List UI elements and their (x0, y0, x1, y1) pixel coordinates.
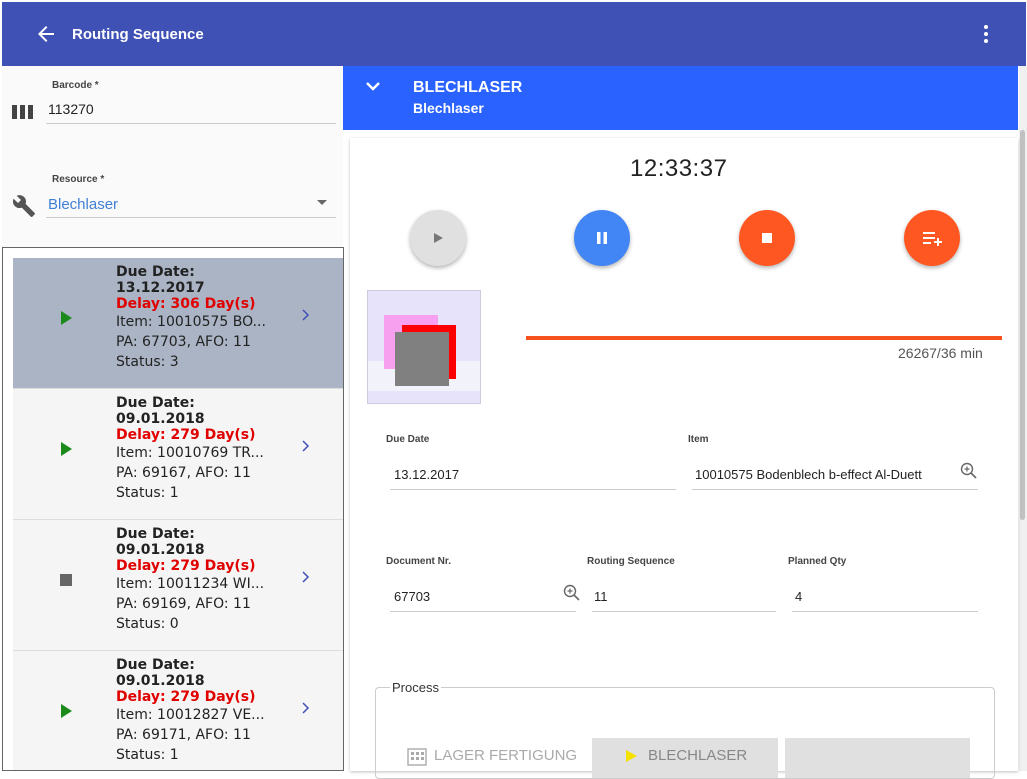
play-icon (61, 311, 72, 325)
item-field[interactable]: 10010575 Bodenblech b-effect Al-Duett (695, 467, 922, 482)
stop-button[interactable] (739, 210, 795, 266)
resource-select[interactable]: Blechlaser (48, 196, 118, 213)
document-label: Document Nr. (386, 556, 452, 567)
stop-icon (762, 233, 772, 243)
dropdown-caret-icon[interactable] (317, 200, 327, 205)
due-date: 09.01.2018 (116, 542, 205, 558)
planned-qty-label: Planned Qty (788, 556, 847, 567)
document-field[interactable]: 67703 (394, 589, 430, 604)
resource-subtitle: Blechlaser (413, 100, 484, 116)
due-date-underline (390, 489, 676, 490)
routing-seq-underline (592, 611, 776, 612)
due-date-field[interactable]: 13.12.2017 (394, 467, 459, 482)
item-text: Item: 10012827 VE... (116, 707, 265, 723)
status-text: Status: 1 (116, 485, 179, 501)
chevron-right-icon[interactable] (301, 570, 311, 584)
planned-qty-field[interactable]: 4 (795, 589, 802, 604)
delay-text: Delay: 306 Day(s) (116, 296, 256, 312)
list-item[interactable]: Due Date: 13.12.2017 Delay: 306 Day(s) I… (13, 258, 343, 389)
wrench-icon (12, 195, 35, 217)
app-title: Routing Sequence (72, 26, 204, 43)
building-icon (407, 748, 427, 766)
list-item[interactable]: Due Date: 09.01.2018 Delay: 279 Day(s) I… (13, 520, 343, 651)
status-text: Status: 3 (116, 354, 179, 370)
list-item[interactable]: Due Date: 09.01.2018 Delay: 279 Day(s) I… (13, 651, 343, 770)
play-icon (434, 233, 443, 243)
due-label: Due Date: (116, 395, 195, 411)
due-label: Due Date: (116, 264, 195, 280)
item-image-icon (368, 291, 480, 403)
add-to-queue-button[interactable] (904, 210, 960, 266)
process-step-lager[interactable]: LAGER FERTIGUNG (434, 747, 577, 764)
list-item[interactable]: Due Date: 09.01.2018 Delay: 279 Day(s) I… (13, 389, 343, 520)
playlist-add-icon (923, 232, 942, 246)
pa-text: PA: 69167, AFO: 11 (116, 465, 251, 481)
back-arrow-icon[interactable] (34, 22, 58, 46)
zoom-in-icon[interactable] (960, 462, 978, 480)
play-icon (626, 750, 637, 762)
due-date: 09.01.2018 (116, 673, 205, 689)
more-vert-icon[interactable] (974, 22, 998, 46)
chevron-right-icon[interactable] (301, 308, 311, 322)
pause-icon (597, 232, 607, 244)
process-title: Process (390, 680, 441, 695)
resource-label: Resource * (52, 174, 105, 185)
progress-bar (526, 336, 1002, 340)
timer-display: 12:33:37 (630, 155, 728, 182)
barcode-label: Barcode * (52, 80, 99, 91)
item-label: Item (688, 434, 709, 445)
delay-text: Delay: 279 Day(s) (116, 558, 256, 574)
delay-text: Delay: 279 Day(s) (116, 427, 256, 443)
due-date-label: Due Date (386, 434, 430, 445)
chevron-right-icon[interactable] (301, 701, 311, 715)
barcode-input[interactable]: 113270 (48, 101, 94, 117)
item-underline (692, 489, 978, 490)
play-button[interactable] (410, 210, 466, 266)
resource-header[interactable]: BLECHLASER Blechlaser (343, 66, 1018, 130)
process-step-next[interactable] (785, 738, 970, 778)
due-label: Due Date: (116, 526, 195, 542)
barcode-underline (46, 123, 336, 124)
due-label: Due Date: (116, 657, 195, 673)
status-text: Status: 1 (116, 747, 179, 763)
pa-text: PA: 69169, AFO: 11 (116, 596, 251, 612)
process-step-blechlaser-label: BLECHLASER (648, 747, 748, 764)
item-image (367, 290, 481, 404)
play-icon (61, 704, 72, 718)
item-text: Item: 10010575 BO... (116, 314, 266, 330)
barcode-icon (12, 105, 33, 119)
routing-seq-field[interactable]: 11 (594, 589, 608, 604)
app-bar: Routing Sequence (2, 2, 1026, 66)
zoom-in-icon[interactable] (563, 584, 581, 602)
routing-seq-label: Routing Sequence (587, 556, 675, 567)
status-text: Status: 0 (116, 616, 179, 632)
document-underline (390, 611, 576, 612)
delay-text: Delay: 279 Day(s) (116, 689, 256, 705)
pa-text: PA: 67703, AFO: 11 (116, 334, 251, 350)
chevron-down-icon[interactable] (365, 80, 381, 92)
due-date: 09.01.2018 (116, 411, 205, 427)
chevron-right-icon[interactable] (301, 439, 311, 453)
pause-button[interactable] (574, 210, 630, 266)
routing-list: Due Date: 13.12.2017 Delay: 306 Day(s) I… (2, 247, 344, 771)
progress-text: 26267/36 min (898, 345, 983, 361)
resource-underline (46, 217, 336, 218)
pa-text: PA: 69171, AFO: 11 (116, 727, 251, 743)
scrollbar-thumb[interactable] (1020, 130, 1025, 520)
stop-icon (60, 574, 72, 586)
due-date: 13.12.2017 (116, 280, 205, 296)
item-text: Item: 10010769 TR... (116, 445, 264, 461)
play-icon (61, 442, 72, 456)
resource-title: BLECHLASER (413, 79, 523, 96)
item-text: Item: 10011234 WI... (116, 576, 265, 592)
planned-qty-underline (792, 611, 978, 612)
